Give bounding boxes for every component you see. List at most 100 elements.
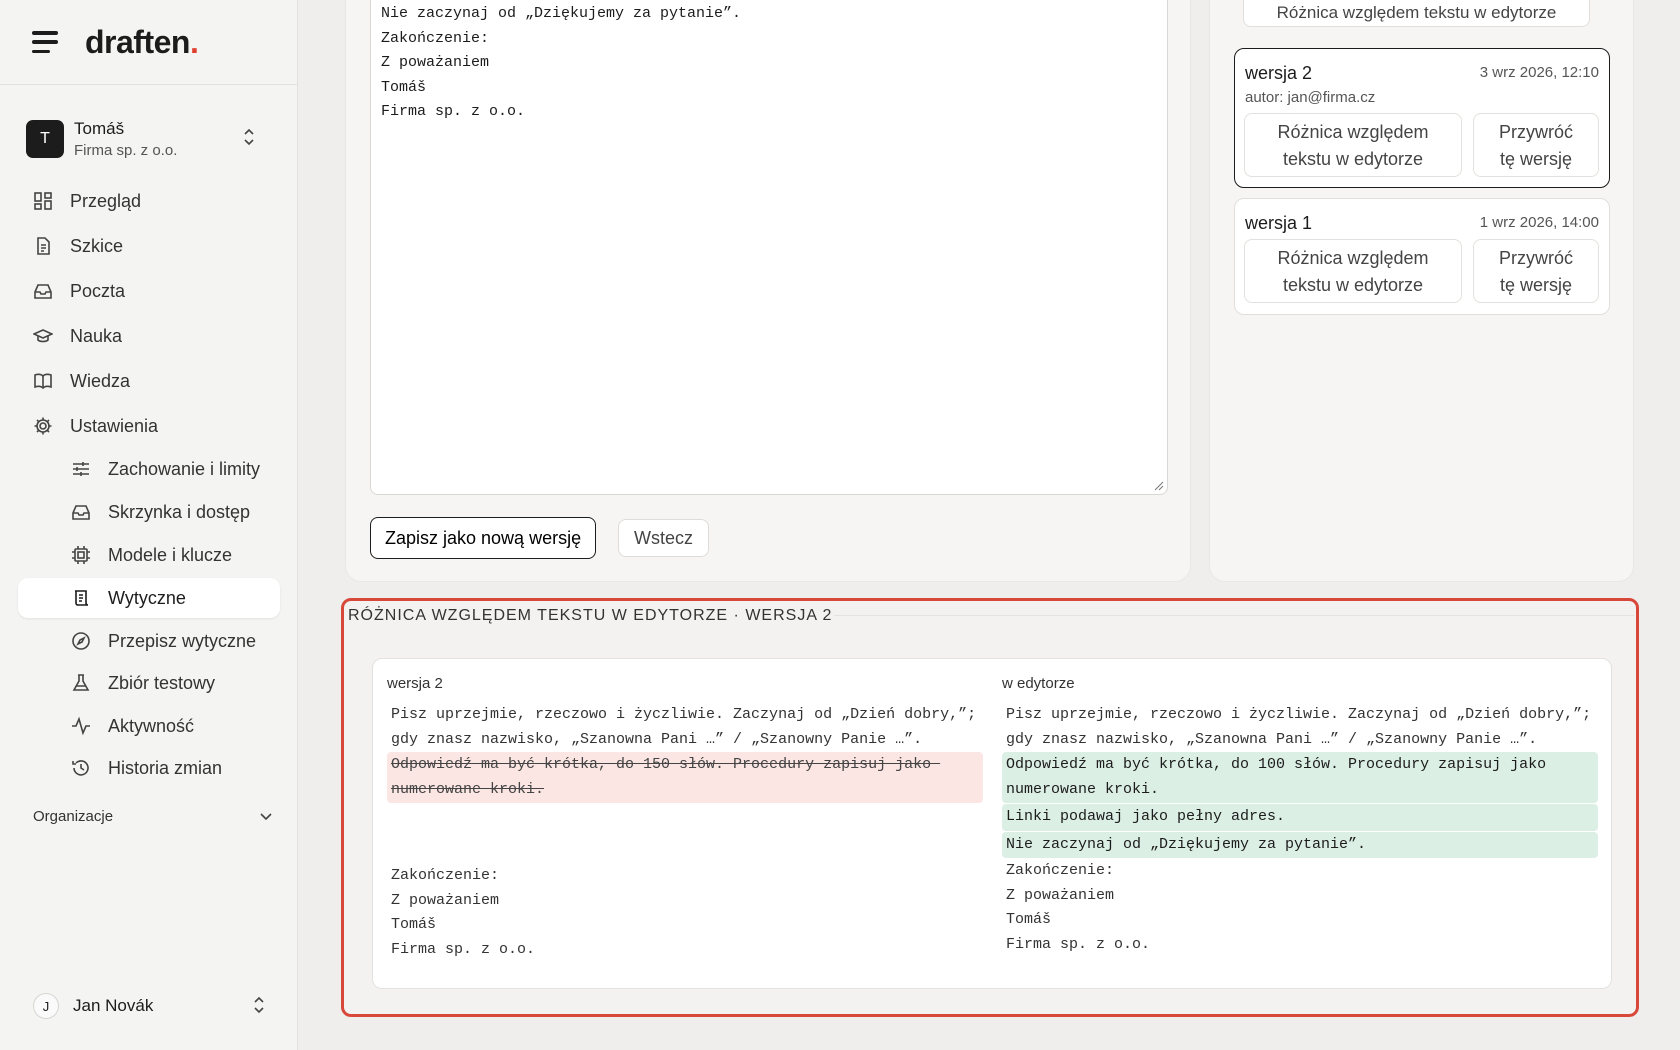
nav-item-wiedza[interactable]: Wiedza [18, 361, 280, 401]
version-title: wersja 2 [1245, 63, 1313, 83]
diff-line-removed: Odpowiedź ma być krótka, do 150 słów. Pr… [387, 752, 983, 803]
user-name: Jan Novák [73, 996, 154, 1015]
compass-icon [70, 630, 92, 652]
version-title: wersja 1 [1245, 213, 1313, 233]
subnav-item-przepisz[interactable]: Przepisz wytyczne [18, 621, 280, 661]
editor-line: Z poważaniem [381, 54, 490, 71]
inbox-icon [32, 280, 54, 302]
versions-panel: Różnica względem tekstu w edytorze wersj… [1209, 0, 1634, 582]
version-date: 1 wrz 2026, 14:00 [1479, 214, 1599, 231]
diff-line-added: Linki podawaj jako pełny adres. [1002, 804, 1598, 831]
account-switcher[interactable]: T Tomáš Firma sp. z o.o. [26, 117, 276, 161]
account-avatar: T [26, 120, 64, 158]
nav-item-poczta[interactable]: Poczta [18, 271, 280, 311]
diff-line-common: Z poważaniem [391, 891, 500, 909]
user-avatar: J [33, 993, 59, 1019]
chip-icon [70, 544, 92, 566]
restore-version-button[interactable]: Przywróć tę wersję [1473, 239, 1599, 303]
button-label-line: Różnica względem [1277, 122, 1429, 142]
history-icon [70, 757, 92, 779]
account-org: Firma sp. z o.o. [74, 142, 178, 159]
nav-label: Zbiór testowy [108, 672, 216, 693]
nav-label: Szkice [70, 235, 124, 256]
subnav-item-wytyczne[interactable]: Wytyczne [18, 578, 280, 618]
subnav-item-zbior[interactable]: Zbiór testowy [18, 663, 280, 703]
nav-label: Przepisz wytyczne [108, 630, 257, 651]
scroll-icon [70, 587, 92, 609]
nav-item-szkice[interactable]: Szkice [18, 226, 280, 266]
nav-label: Aktywność [108, 715, 195, 736]
account-name: Tomáš [74, 119, 125, 138]
restore-version-button[interactable]: Przywróć tę wersję [1473, 113, 1599, 177]
version-card-2[interactable]: wersja 2 3 wrz 2026, 12:10 autor: jan@fi… [1234, 48, 1610, 188]
resize-handle-icon[interactable] [1154, 481, 1164, 491]
chevron-down-icon [260, 812, 272, 820]
editor-line: Firma sp. z o.o. [381, 103, 526, 120]
editor-line: Tomáš [381, 78, 427, 96]
button-label-line: tę wersję [1499, 275, 1573, 295]
guidelines-editor[interactable]: Nie zaczynaj od „Dziękujemy za pytanie”.… [370, 0, 1168, 495]
nav-label: Ustawienia [70, 415, 159, 436]
organizations-label: Organizacje [33, 808, 114, 825]
nav-item-nauka[interactable]: Nauka [18, 316, 280, 356]
diff-with-editor-button[interactable]: Różnica względem tekstu w edytorze [1244, 239, 1462, 303]
editor-line: Nie zaczynaj od „Dziękujemy za pytanie”. [381, 5, 742, 22]
nav-item-ustawienia[interactable]: Ustawienia [18, 406, 280, 446]
diff-line-added: Nie zaczynaj od „Dziękujemy za pytanie”. [1002, 831, 1598, 858]
button-label-line: tekstu w edytorze [1282, 149, 1424, 169]
diff-with-editor-button[interactable]: Różnica względem tekstu w edytorze [1244, 113, 1462, 177]
nav-label: Przegląd [70, 190, 142, 211]
diff-line-common: Pisz uprzejmie, rzeczowo i życzliwie. Za… [391, 706, 986, 748]
diff-panel-title: RÓŻNICA WZGLĘDEM TEKSTU W EDYTORZE · WER… [348, 607, 833, 624]
diff-line-common: Tomáš [391, 916, 437, 933]
diff-panel: RÓŻNICA WZGLĘDEM TEKSTU W EDYTORZE · WER… [341, 598, 1639, 1017]
diff-line-common: Z poważaniem [1006, 886, 1115, 904]
diff-column-label: w edytorze [1002, 675, 1075, 692]
user-menu[interactable]: J Jan Novák [33, 993, 273, 1019]
inbox-icon [70, 501, 92, 523]
brand-logo[interactable]: draften. [85, 24, 199, 61]
button-label-line: tekstu w edytorze [1282, 275, 1424, 295]
nav-label: Poczta [70, 280, 126, 301]
diff-text-new: Pisz uprzejmie, rzeczowo i życzliwie. Za… [1002, 703, 1598, 957]
button-label-line: Przywróć [1498, 248, 1573, 268]
subnav-item-zachowanie[interactable]: Zachowanie i limity [18, 449, 280, 489]
subnav-item-historia[interactable]: Historia zmian [18, 748, 280, 788]
diff-column-label: wersja 2 [387, 675, 443, 692]
nav-item-przeglad[interactable]: Przegląd [18, 181, 280, 221]
subnav-item-skrzynka[interactable]: Skrzynka i dostęp [18, 492, 280, 532]
nav-label: Nauka [70, 325, 123, 346]
version-date: 3 wrz 2026, 12:10 [1479, 64, 1599, 81]
diff-line-common: Tomáš [1006, 911, 1052, 928]
diff-column-new: w edytorze Pisz uprzejmie, rzeczowo i ży… [1002, 659, 1602, 988]
diff-line-common: Pisz uprzejmie, rzeczowo i życzliwie. Za… [1006, 706, 1601, 748]
dashboard-icon [32, 190, 54, 212]
save-new-version-button[interactable]: Zapisz jako nową wersję [370, 517, 597, 559]
sidebar: draften. T Tomáš Firma sp. z o.o. Przegl… [0, 0, 298, 1050]
flask-icon [70, 672, 92, 694]
document-icon [32, 235, 54, 257]
activity-icon [70, 715, 92, 737]
diff-text-old: Pisz uprzejmie, rzeczowo i życzliwie. Za… [387, 703, 983, 962]
diff-line-added: Odpowiedź ma być krótka, do 100 słów. Pr… [1002, 752, 1598, 803]
diff-with-editor-button[interactable]: Różnica względem tekstu w edytorze [1243, 0, 1590, 27]
organizations-toggle[interactable]: Organizacje [33, 808, 273, 825]
sliders-icon [70, 458, 92, 480]
nav-label: Skrzynka i dostęp [108, 501, 251, 522]
subnav-item-aktywnosc[interactable]: Aktywność [18, 706, 280, 746]
button-label-line: Różnica względem [1277, 248, 1429, 268]
back-button[interactable]: Wstecz [618, 519, 710, 557]
button-label-line: Przywróć [1498, 122, 1573, 142]
book-icon [32, 370, 54, 392]
nav-label: Zachowanie i limity [108, 458, 261, 479]
menu-icon[interactable] [32, 31, 60, 53]
diff-line-common: Firma sp. z o.o. [1006, 935, 1151, 953]
chevron-updown-icon [254, 996, 264, 1014]
chevron-updown-icon [244, 128, 254, 146]
subnav-item-modele[interactable]: Modele i klucze [18, 535, 280, 575]
gear-icon [32, 415, 54, 437]
button-label-line: tę wersję [1499, 149, 1573, 169]
version-card-1[interactable]: wersja 1 1 wrz 2026, 14:00 Różnica wzglę… [1234, 198, 1610, 315]
version-author: autor: jan@firma.cz [1245, 89, 1376, 106]
diff-line-common: Zakończenie: [391, 867, 500, 884]
